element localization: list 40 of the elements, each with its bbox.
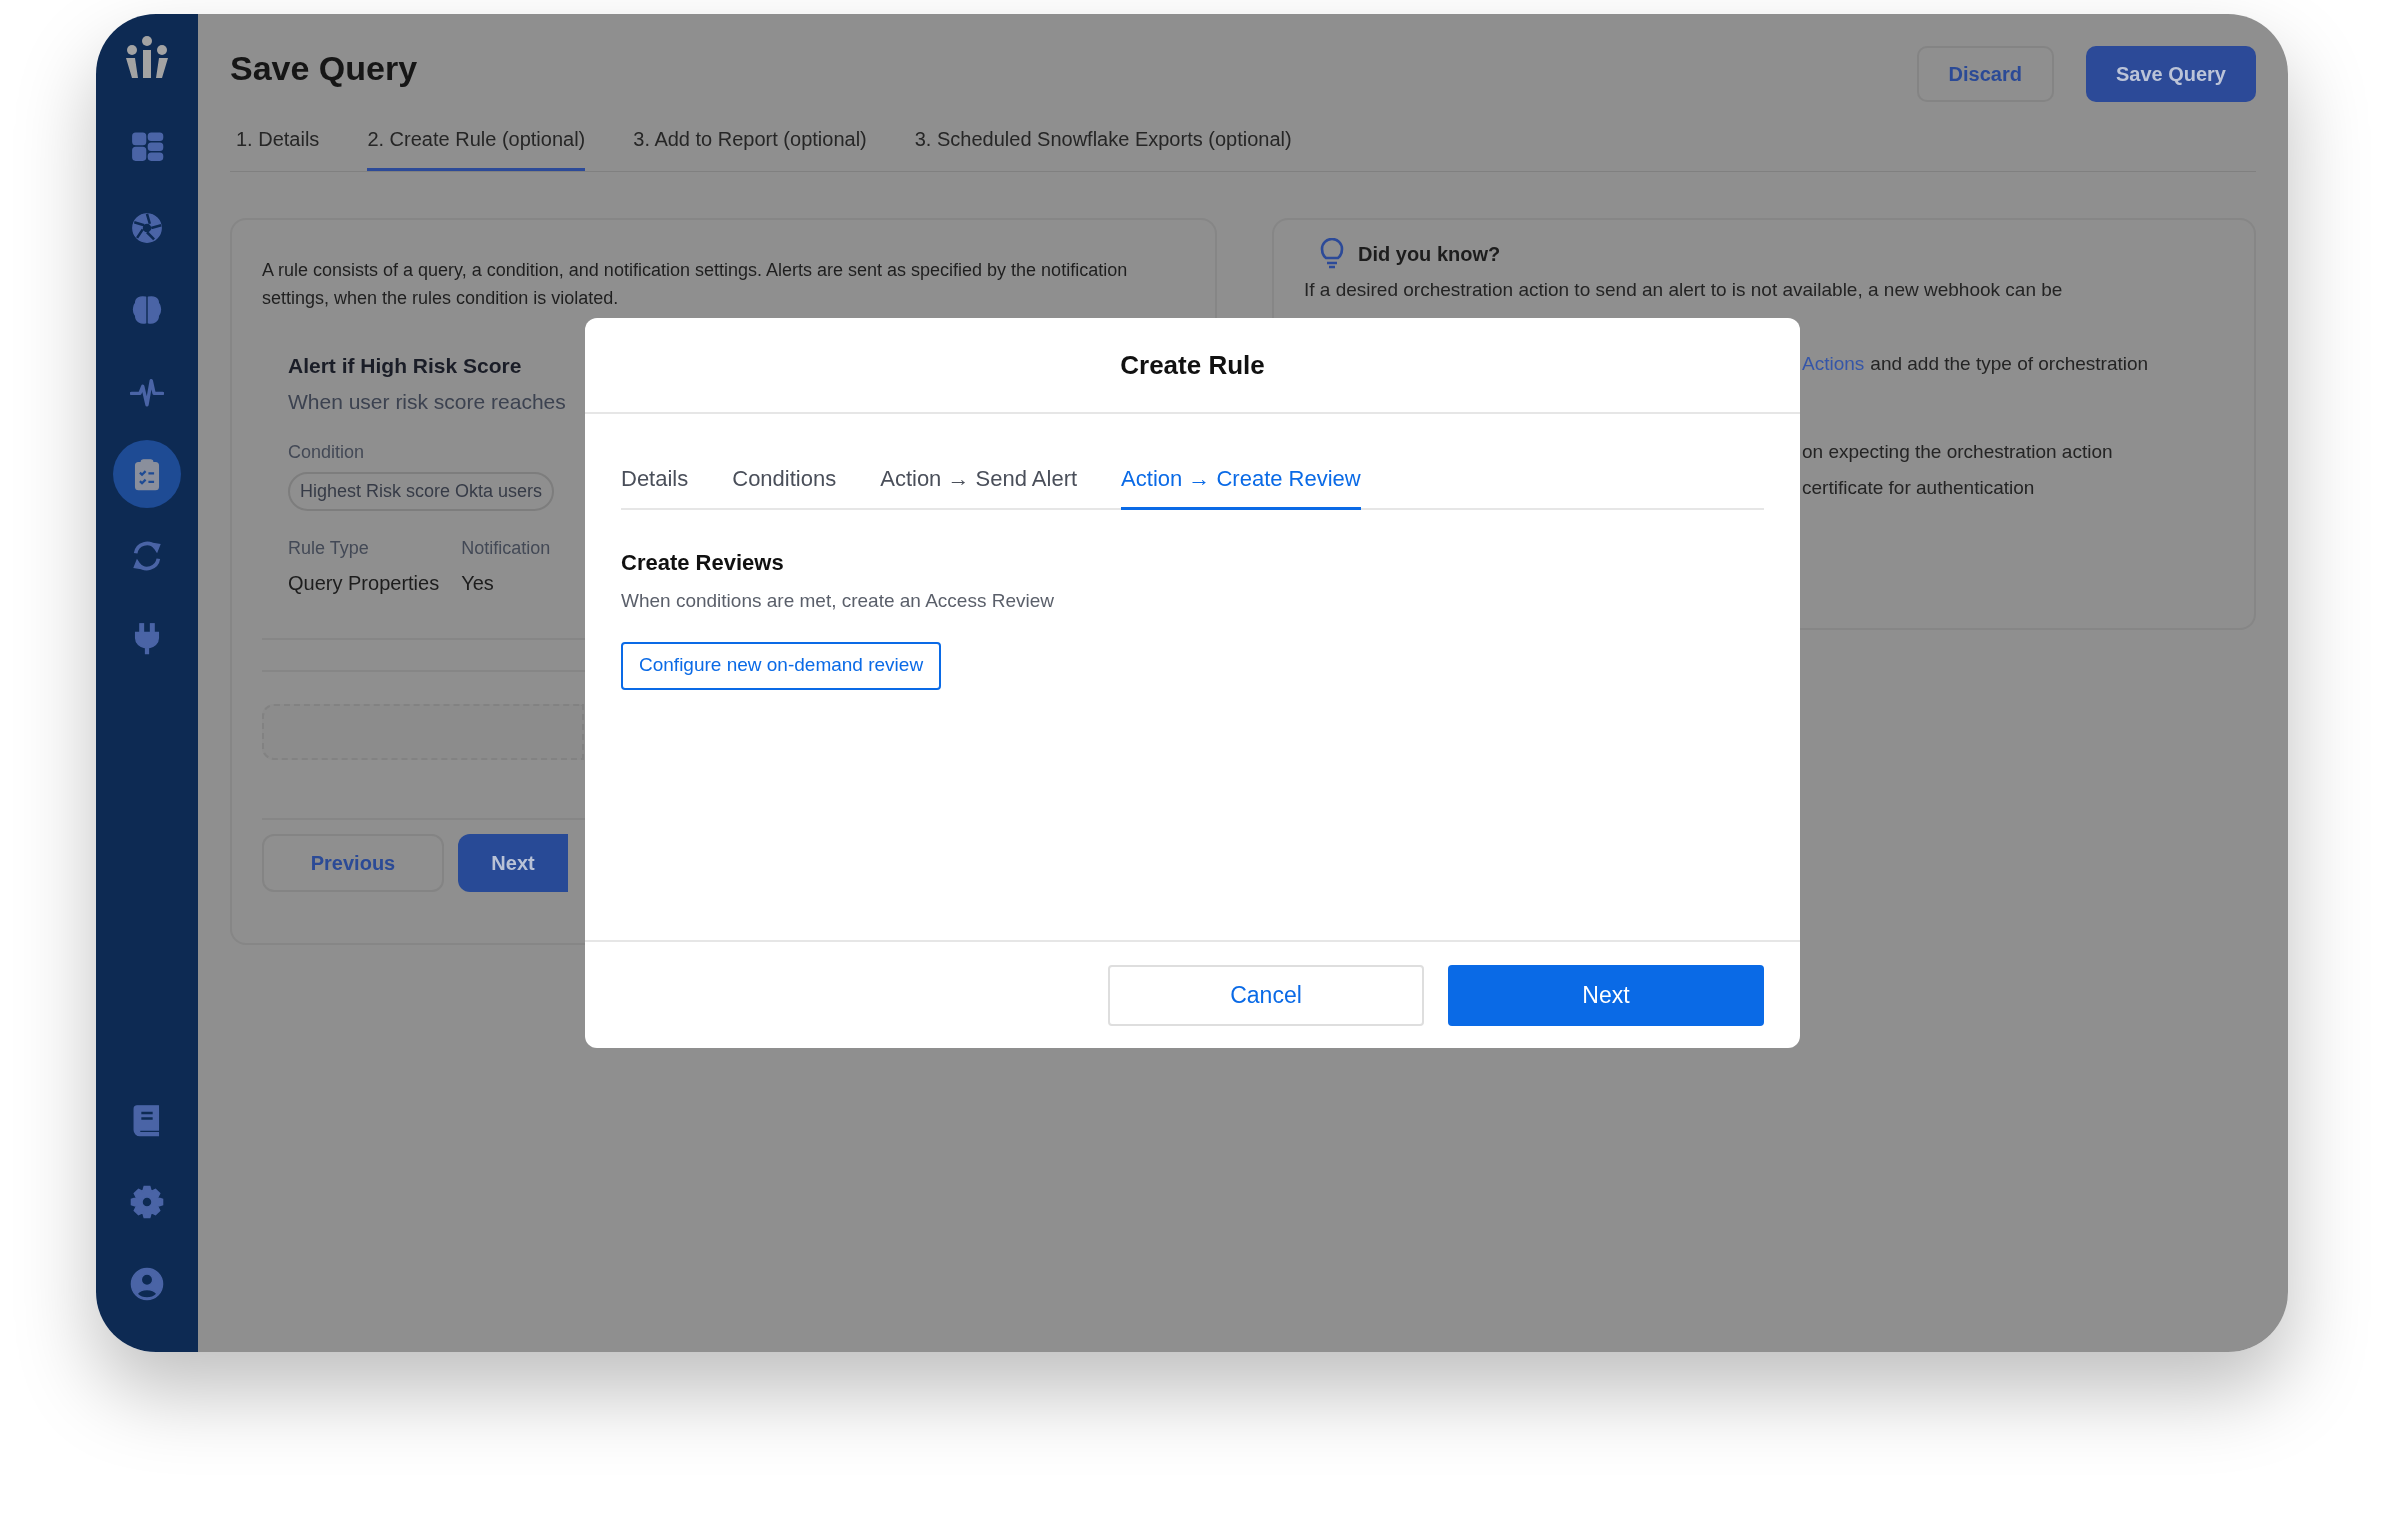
section-title: Create Reviews bbox=[621, 549, 785, 577]
field-label: Notification bbox=[461, 537, 551, 560]
tip-text: If a desired orchestration action to send an alert to is not available, a new webhook can be bbox=[1304, 278, 2063, 302]
user-icon[interactable] bbox=[130, 1267, 164, 1301]
tip-title: Did you know? bbox=[1358, 242, 1501, 267]
save-button[interactable]: Save Query bbox=[2085, 46, 2256, 102]
next-button[interactable]: Next bbox=[1448, 964, 1764, 1026]
modal-tab[interactable]: Action → Send Alert bbox=[880, 462, 1078, 510]
tip-text: on expecting the orchestration action bbox=[1802, 440, 2113, 464]
previous-button[interactable]: Previous bbox=[262, 834, 444, 892]
field-label: Condition bbox=[288, 441, 365, 464]
field-value: Query Properties bbox=[288, 571, 440, 596]
sync-icon[interactable] bbox=[130, 539, 164, 573]
rule-description: When user risk score reaches bbox=[288, 388, 566, 415]
next-button[interactable]: Next bbox=[458, 834, 568, 892]
configure-review-button[interactable]: Configure new on-demand review bbox=[621, 641, 942, 690]
cancel-button[interactable]: Cancel bbox=[1108, 964, 1424, 1026]
logo-icon bbox=[124, 36, 170, 78]
step-tab[interactable]: 3. Add to Report (optional) bbox=[633, 124, 867, 171]
field-value: Yes bbox=[461, 571, 495, 596]
page-title: Save Query bbox=[230, 48, 418, 89]
aperture-icon[interactable] bbox=[130, 211, 164, 245]
rule-title: Alert if High Risk Score bbox=[288, 353, 522, 379]
settings-icon[interactable] bbox=[130, 1185, 164, 1219]
discard-button[interactable]: Discard bbox=[1916, 46, 2054, 102]
modal-tab[interactable]: Action → Create Review bbox=[1121, 462, 1361, 510]
modal-title: Create Rule bbox=[1120, 348, 1265, 382]
modal-tab[interactable]: Conditions bbox=[732, 462, 837, 510]
tip-text: and add the type of orchestration bbox=[1870, 352, 2149, 376]
brain-icon[interactable] bbox=[130, 293, 164, 327]
modal-tab[interactable]: Details bbox=[621, 462, 689, 510]
step-tab[interactable]: 1. Details bbox=[236, 124, 320, 171]
tip-text: certificate for authentication bbox=[1802, 476, 2035, 500]
lightbulb-icon bbox=[1320, 238, 1344, 270]
step-tab[interactable]: 3. Scheduled Snowflake Exports (optional) bbox=[914, 124, 1292, 171]
section-description: When conditions are met, create an Access Review bbox=[621, 589, 1055, 613]
field-label: Rule Type bbox=[288, 537, 370, 560]
description-text: A rule consists of a query, a condition, and notification settings. Alerts are sent as specified by the notification settings, when the rules condition is violated. bbox=[262, 259, 1129, 310]
condition-chip: Highest Risk score Okta users bbox=[288, 472, 555, 511]
step-tab[interactable]: 2. Create Rule (optional) bbox=[367, 124, 586, 171]
